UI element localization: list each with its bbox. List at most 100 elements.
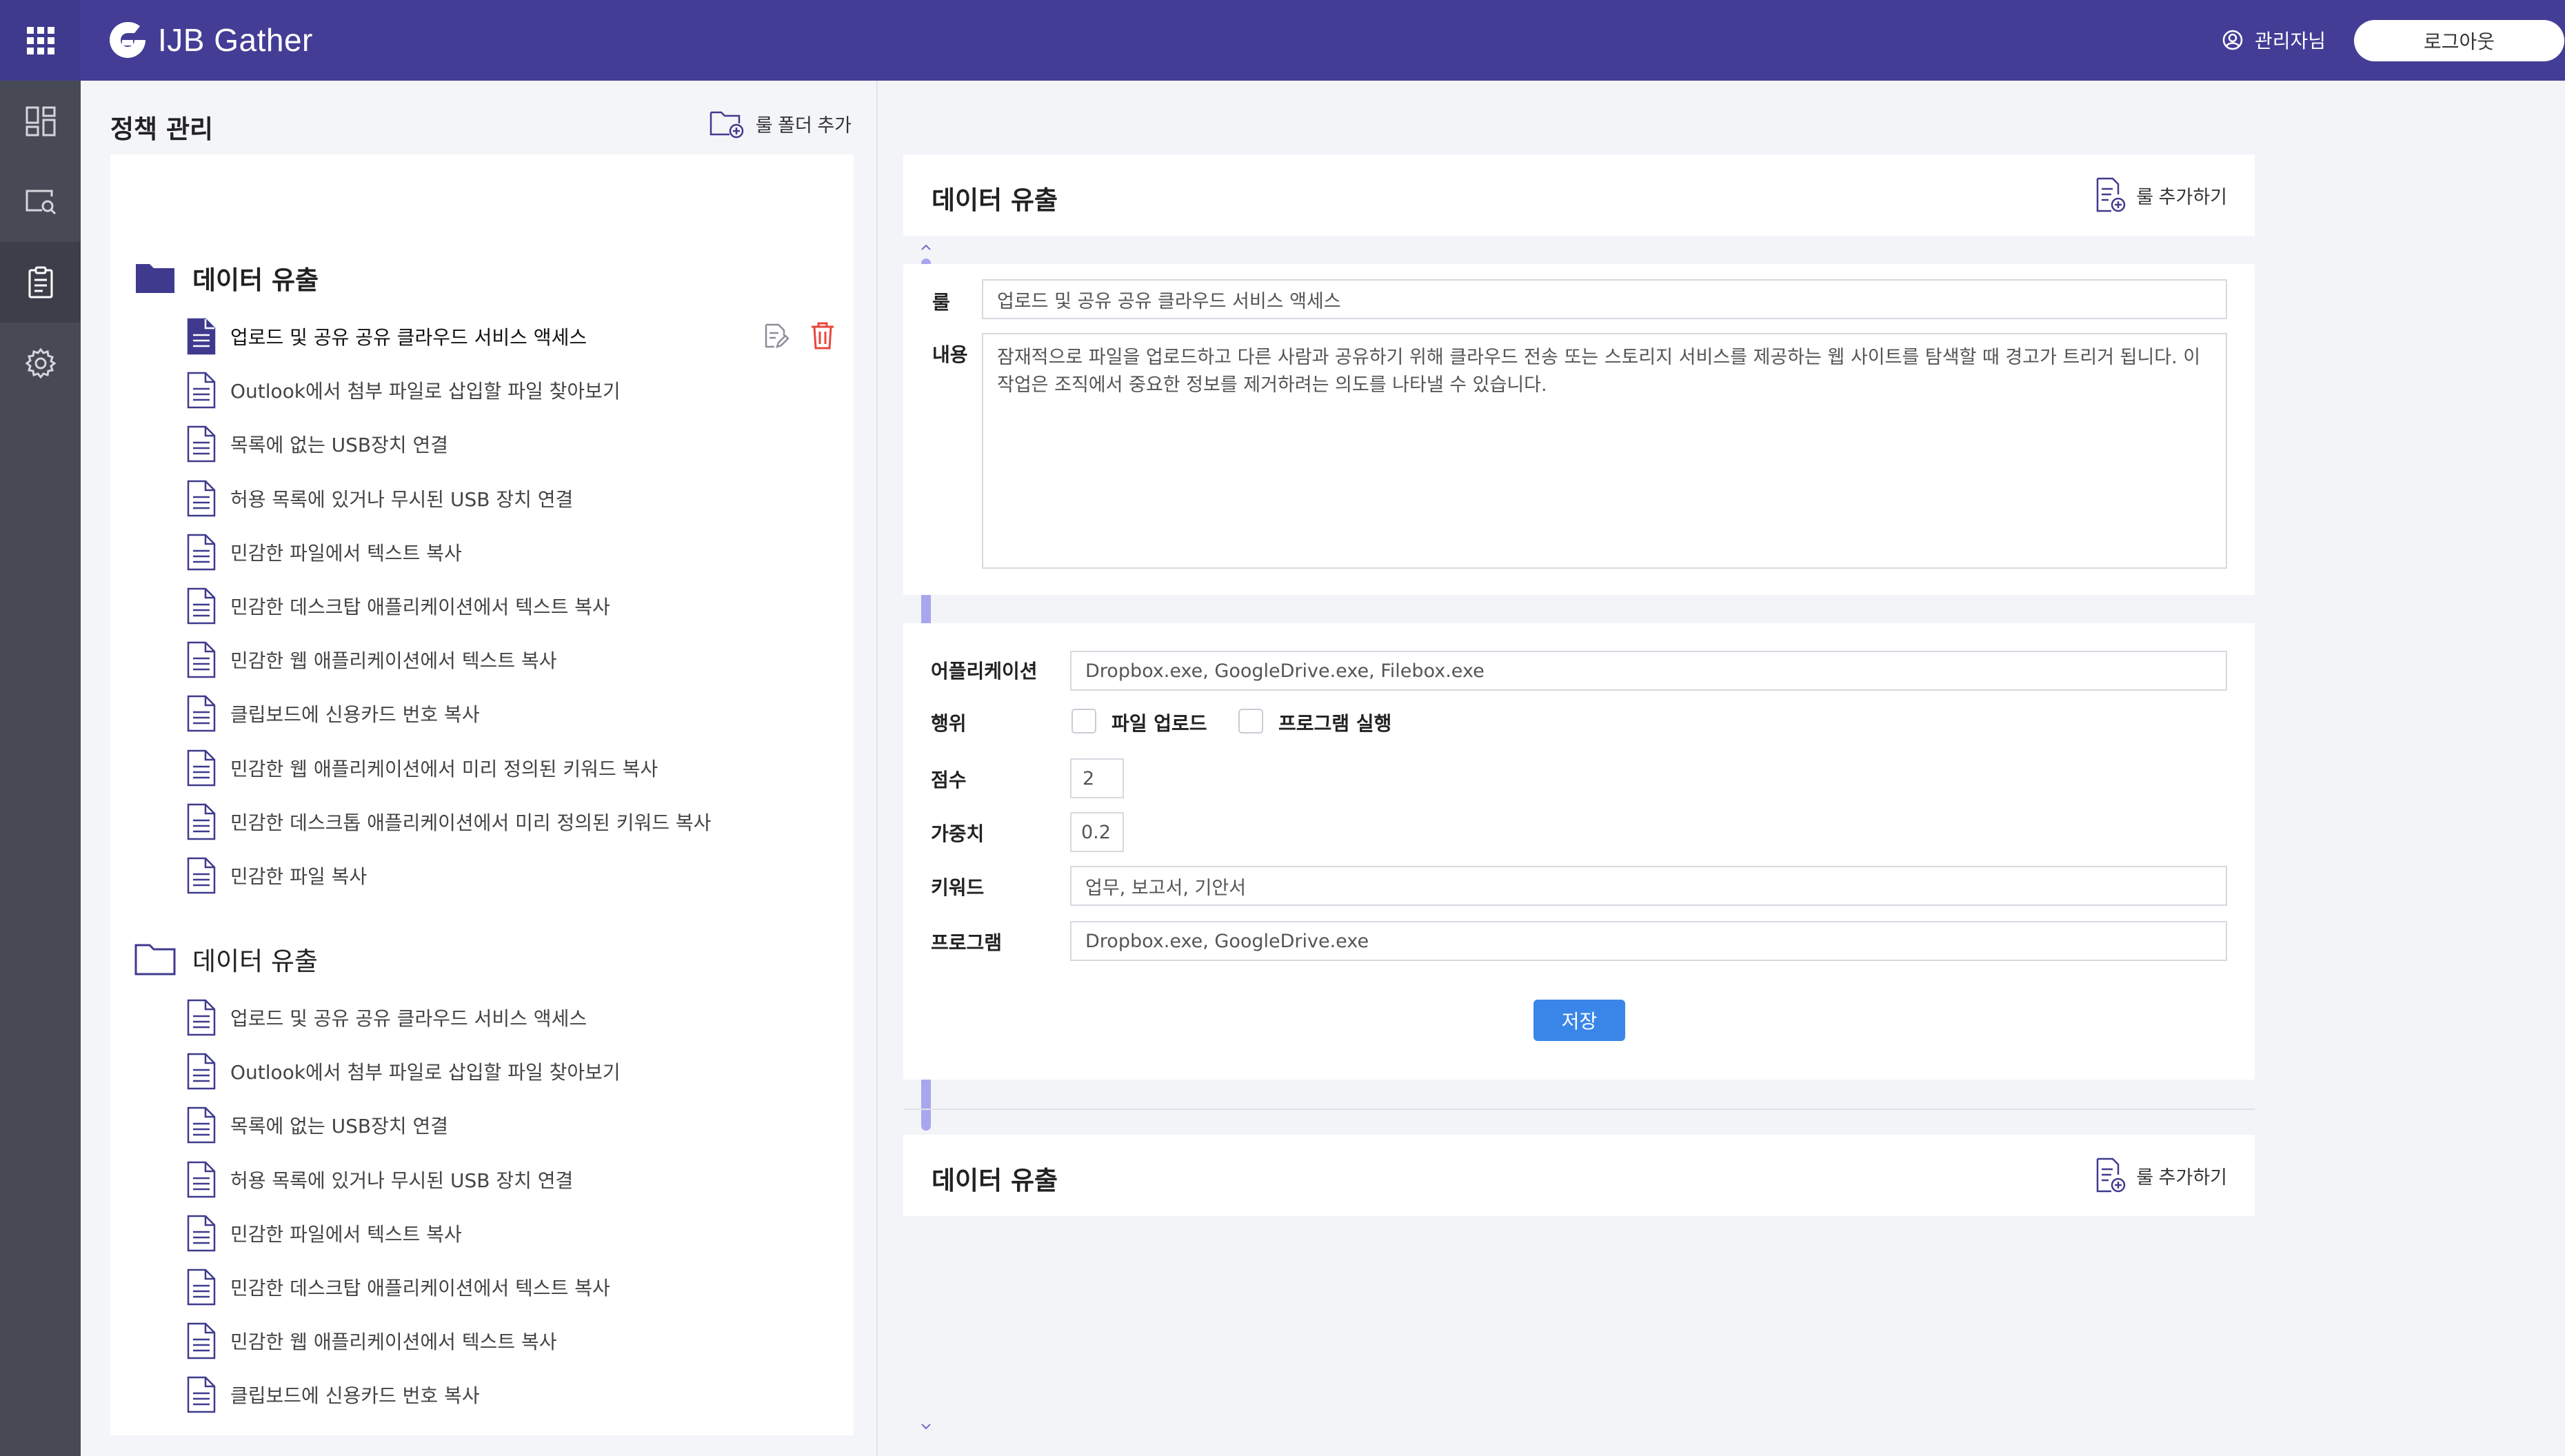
top-header: IJB Gather 관리자님 로그아웃 [81,0,2565,81]
document-icon [187,1268,216,1306]
folder-add-icon [710,111,744,139]
nav-settings[interactable] [0,323,81,403]
second-section-title: 데이터 유출 [932,1166,1058,1195]
rule-item[interactable]: 허용 목록에 있거나 무시된 USB 장치 연결 [186,478,807,519]
rule-item-label: 허용 목록에 있거나 무시된 USB 장치 연결 [230,487,574,511]
document-icon [187,1377,216,1413]
rule-item[interactable]: 민감한 데스크탑 애플리케이션에서 텍스트 복사 [186,585,807,627]
nav-monitor-search[interactable] [0,161,81,242]
chevron-up-icon [921,244,931,250]
document-icon [187,372,216,409]
rule-item-label: 클립보드에 신용카드 번호 복사 [230,1384,480,1408]
document-add-icon [2097,177,2126,212]
document-add-icon [2097,1157,2126,1193]
rule-item-label: 민감한 웹 애플리케이션에서 텍스트 복사 [230,1331,557,1354]
document-icon [187,1215,216,1252]
rule-item[interactable]: 클립보드에 신용카드 번호 복사 [186,693,807,734]
rule-item[interactable]: 민감한 파일 복사 [186,855,807,896]
rule-item[interactable]: 민감한 웹 애플리케이션에서 미리 정의된 키워드 복사 [186,747,807,789]
score-label: 점수 [931,769,967,791]
program-run-checkbox[interactable] [1238,709,1263,734]
weight-label: 가중치 [931,822,985,845]
trash-icon [812,322,834,350]
content-textarea[interactable]: 잠재적으로 파일을 업로드하고 다른 사람과 공유하기 위해 클라우드 전송 또… [982,333,2227,569]
document-icon [187,1053,216,1090]
second-section-card: 데이터 유출 룰 추가하기 [903,1135,2255,1216]
logo-text: IJB Gather [158,22,313,58]
content-label: 내용 [932,343,968,366]
second-add-rule-label: 룰 추가하기 [2136,1166,2227,1188]
rule-item-label: 민감한 데스크톱 애플리케이션에서 미리 정의된 키워드 복사 [230,811,712,834]
add-rule-button[interactable]: 룰 추가하기 [2095,176,2227,214]
rule-item-label: Outlook에서 첨부 파일로 삽입할 파일 찾아보기 [230,380,621,403]
rule-item-label: 클립보드에 신용카드 번호 복사 [230,703,480,727]
section-divider [903,1109,2255,1110]
folder-item[interactable]: 데이터 유출 [134,940,318,978]
program-run-label: 프로그램 실행 [1278,712,1392,735]
user-icon [2222,30,2243,50]
keyword-input[interactable] [1070,866,2227,906]
rule-item[interactable]: 민감한 파일에서 텍스트 복사 [186,1213,807,1254]
app-logo[interactable]: IJB Gather [107,19,313,61]
delete-rule-button[interactable] [810,321,835,350]
rule-item[interactable]: Outlook에서 첨부 파일로 삽입할 파일 찾아보기 [186,1051,807,1092]
rule-item[interactable]: 허용 목록에 있거나 무시된 USB 장치 연결 [186,1159,807,1200]
document-icon [187,749,216,786]
rule-item[interactable]: 민감한 데스크탑 애플리케이션에서 텍스트 복사 [186,1266,807,1308]
document-icon [187,696,216,732]
rule-item-label: Outlook에서 첨부 파일로 삽입할 파일 찾아보기 [230,1061,621,1084]
rule-item[interactable]: Outlook에서 첨부 파일로 삽입할 파일 찾아보기 [186,370,807,411]
keyword-label: 키워드 [931,876,985,899]
folder-outline-icon [134,944,176,975]
section-title: 데이터 유출 [932,185,1058,215]
weight-input[interactable] [1070,812,1124,852]
program-input[interactable] [1070,921,2227,961]
rule-item[interactable]: 민감한 웹 애플리케이션에서 텍스트 복사 [186,639,807,680]
apps-grid-button[interactable] [0,0,81,81]
rule-item[interactable]: 업로드 및 공유 공유 클라우드 서비스 액세스 [186,997,807,1038]
save-button[interactable]: 저장 [1533,1000,1625,1041]
icon-sidebar [0,0,81,1456]
program-label: 프로그램 [931,931,1003,954]
gear-icon [25,347,57,378]
rule-item[interactable]: 민감한 파일에서 텍스트 복사 [186,532,807,573]
nav-dashboard[interactable] [0,81,81,161]
nav-policy[interactable] [0,242,81,323]
second-add-rule-button[interactable]: 룰 추가하기 [2095,1157,2227,1194]
user-name: 관리자님 [2255,30,2326,52]
rule-item[interactable]: 민감한 데스크톱 애플리케이션에서 미리 정의된 키워드 복사 [186,801,807,842]
file-upload-checkbox[interactable] [1072,709,1096,734]
document-icon [187,999,216,1036]
add-rule-folder-button[interactable]: 룰 폴더 추가 [709,108,852,139]
document-icon [187,1161,216,1197]
monitor-search-icon [26,190,56,214]
rule-item[interactable]: 업로드 및 공유 공유 클라우드 서비스 액세스 [186,316,807,357]
rule-label: 룰 [932,291,950,314]
document-icon [187,587,216,625]
document-icon [187,480,216,516]
user-info[interactable]: 관리자님 [2222,26,2326,54]
rule-item-label: 민감한 웹 애플리케이션에서 미리 정의된 키워드 복사 [230,757,658,780]
logout-button[interactable]: 로그아웃 [2354,20,2564,61]
chevron-down-icon [921,1424,931,1430]
scroll-up-button[interactable] [919,241,933,254]
rule-item[interactable]: 목록에 없는 USB장치 연결 [186,423,807,465]
add-rule-label: 룰 추가하기 [2136,186,2227,208]
rule-item[interactable]: 민감한 웹 애플리케이션에서 텍스트 복사 [186,1320,807,1362]
rule-card: 룰 내용 잠재적으로 파일을 업로드하고 다른 사람과 공유하기 위해 클라우드… [903,264,2255,595]
folder-item[interactable]: 데이터 유출 [134,259,319,296]
rule-item-label: 목록에 없는 USB장치 연결 [230,434,449,457]
scroll-down-button[interactable] [919,1419,933,1433]
document-icon [187,803,216,840]
apps-grid-icon [26,26,54,54]
application-input[interactable] [1070,651,2227,691]
score-input[interactable] [1070,758,1124,798]
rule-item-label: 목록에 없는 USB장치 연결 [230,1115,449,1138]
rule-item[interactable]: 클립보드에 신용카드 번호 복사 [186,1374,807,1415]
section-header-card: 데이터 유출 룰 추가하기 [903,154,2255,236]
document-icon [187,318,216,355]
rule-item[interactable]: 목록에 없는 USB장치 연결 [186,1104,807,1146]
folder-filled-icon [136,264,174,293]
rule-name-input[interactable] [982,279,2227,319]
rule-item-label: 민감한 데스크탑 애플리케이션에서 텍스트 복사 [230,596,610,618]
